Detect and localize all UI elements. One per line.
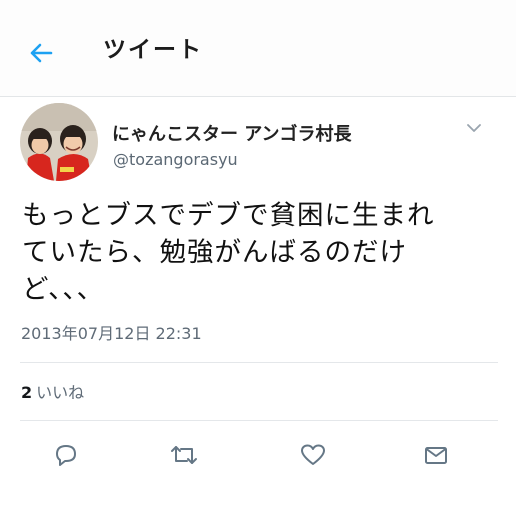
divider xyxy=(20,420,498,421)
divider xyxy=(20,362,498,363)
reply-button[interactable] xyxy=(50,440,82,470)
page-title: ツイート xyxy=(103,37,203,63)
envelope-icon xyxy=(425,447,447,464)
avatar[interactable] xyxy=(20,103,98,181)
tweet-menu-button[interactable] xyxy=(464,120,484,134)
back-button[interactable] xyxy=(24,36,58,70)
like-button[interactable] xyxy=(297,440,329,470)
tweet-text: もっとブスでデブで貧困に生まれ ていたら、勉強がんばるのだけ ど、、、 xyxy=(22,200,435,305)
tweet-timestamp: 2013年07月12日 22:31 xyxy=(21,324,202,343)
top-bar: ツイート xyxy=(0,0,516,97)
likes-stat[interactable]: 2 いいね xyxy=(21,379,84,403)
arrow-left-icon xyxy=(30,43,53,63)
reply-icon xyxy=(56,445,76,466)
likes-label: いいね xyxy=(36,383,85,402)
message-button[interactable] xyxy=(420,440,452,470)
retweet-icon xyxy=(171,446,197,464)
heart-icon xyxy=(301,444,325,465)
author-display-name[interactable]: にゃんこスター アンゴラ村長 xyxy=(112,120,352,146)
retweet-button[interactable] xyxy=(168,440,200,470)
author-handle[interactable]: @tozangorasyu xyxy=(113,150,238,169)
chevron-down-icon xyxy=(467,124,481,132)
likes-count: 2 xyxy=(21,383,33,402)
